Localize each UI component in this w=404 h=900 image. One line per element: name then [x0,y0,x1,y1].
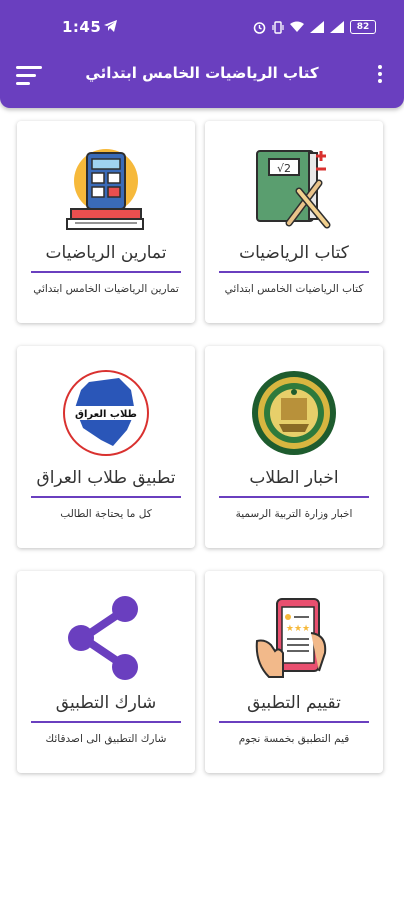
signal-icon-2 [330,21,344,33]
menu-icon[interactable] [16,64,44,86]
divider [219,271,369,273]
rate-phone-icon: ★★★ [255,598,327,678]
card-description: شارك التطبيق الى اصدقائك [45,733,167,745]
card-rate-app[interactable]: ★★★ تقييم التطبيق قيم التطبيق بخمسة نجوم [205,571,383,773]
alarm-icon [253,21,266,34]
divider [31,721,181,723]
status-bar: 1:45 82 [0,0,404,50]
svg-text:★★★: ★★★ [286,624,310,634]
card-title: تطبيق طلاب العراق [36,468,176,488]
card-title: تمارين الرياضيات [45,243,167,263]
wifi-icon [290,21,304,32]
card-description: اخبار وزارة التربية الرسمية [235,508,353,520]
vibrate-icon [272,20,284,34]
divider [219,496,369,498]
battery-icon: 82 [350,20,376,34]
divider [31,496,181,498]
card-title: تقييم التطبيق [247,693,341,713]
logo-text: طلاب العراق [75,409,137,420]
card-math-exercises[interactable]: تمارين الرياضيات تمارين الرياضيات الخامس… [17,121,195,323]
telegram-icon [104,20,117,32]
math-book-icon: √2 [256,150,331,229]
card-description: كل ما يحتاجة الطالب [60,508,152,520]
status-time: 1:45 [62,18,102,36]
card-description: كتاب الرياضيات الخامس ابتدائي [224,283,364,295]
page-title: كتاب الرياضيات الخامس ابتدائي [85,64,319,82]
iraq-map-logo-icon: طلاب العراق [63,370,149,456]
toolbar: كتاب الرياضيات الخامس ابتدائي [0,52,404,100]
divider [219,721,369,723]
card-title: اخبار الطلاب [249,468,339,488]
more-options-icon[interactable] [374,62,386,88]
card-title: شارك التطبيق [55,693,157,713]
app-bar: 1:45 82 كتاب الرياضيات الخامس ابتدائي [0,0,404,108]
card-iraq-students-app[interactable]: طلاب العراق تطبيق طلاب العراق كل ما يحتا… [17,346,195,548]
card-description: تمارين الرياضيات الخامس ابتدائي [33,283,179,295]
signal-icon [310,21,324,33]
card-description: قيم التطبيق بخمسة نجوم [238,733,350,745]
card-math-book[interactable]: √2 كتاب الرياضيات كتاب الرياضيات الخامس … [205,121,383,323]
card-title: كتاب الرياضيات [239,243,349,263]
share-icon [68,596,138,680]
card-share-app[interactable]: شارك التطبيق شارك التطبيق الى اصدقائك [17,571,195,773]
card-student-news[interactable]: اخبار الطلاب اخبار وزارة التربية الرسمية [205,346,383,548]
status-icons: 82 [253,20,376,34]
divider [31,271,181,273]
calculator-books-icon [66,149,144,230]
svg-text:√2: √2 [277,162,291,175]
ministry-seal-icon [252,371,336,455]
